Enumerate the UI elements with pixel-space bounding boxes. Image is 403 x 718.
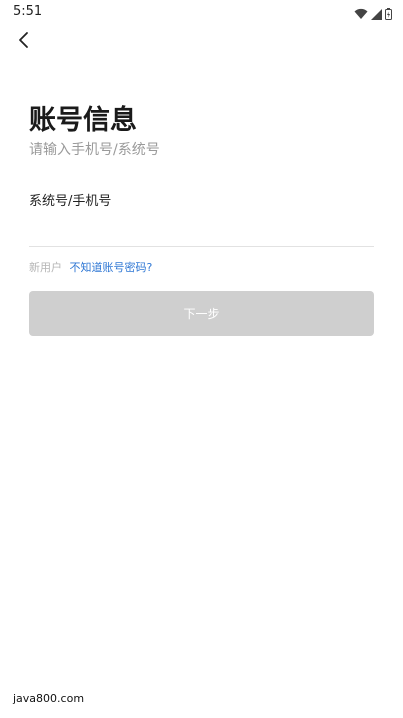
- wifi-icon: [354, 5, 368, 24]
- status-time: 5:51: [13, 4, 43, 19]
- back-button[interactable]: [12, 30, 36, 54]
- next-step-button[interactable]: 下一步: [29, 291, 374, 336]
- account-input[interactable]: [29, 214, 374, 247]
- battery-icon: [385, 5, 392, 24]
- new-user-link[interactable]: 新用户: [29, 261, 62, 274]
- watermark-text: java800.com: [13, 692, 85, 705]
- account-links-row: 新用户 不知道账号密码?: [29, 259, 152, 275]
- account-field-label: 系统号/手机号: [29, 194, 112, 209]
- cellular-signal-icon: [371, 5, 382, 24]
- status-bar: 5:51: [0, 0, 403, 24]
- forgot-account-link[interactable]: 不知道账号密码?: [70, 261, 153, 274]
- page-title: 账号信息: [29, 105, 137, 136]
- page-subtitle: 请输入手机号/系统号: [29, 142, 160, 158]
- chevron-left-icon: [17, 30, 31, 54]
- status-icons: [354, 5, 392, 24]
